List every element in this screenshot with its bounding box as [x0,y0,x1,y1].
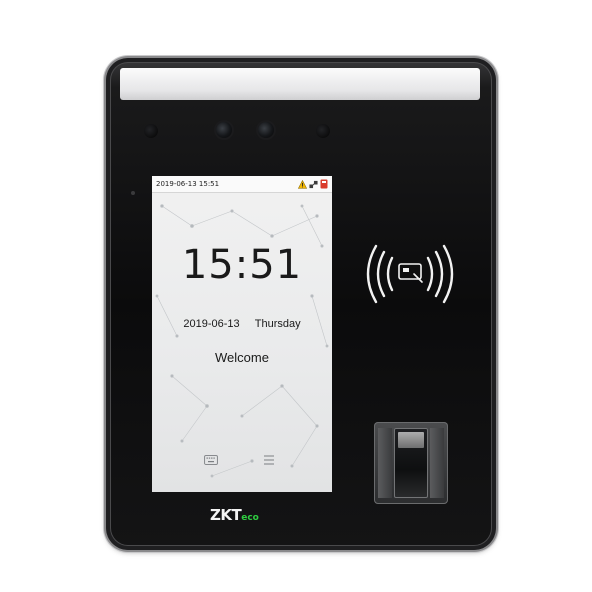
fingerprint-guide-right [430,428,444,498]
access-control-terminal: 2019-06-13 15:51 15:51 2019-06-13 Thursd… [106,58,496,550]
weekday-label: Thursday [254,318,301,330]
card-icon [320,179,328,189]
clock-time: 15:51 [181,242,303,288]
product-image: 2019-06-13 15:51 15:51 2019-06-13 Thursd… [0,0,592,592]
fingerprint-sensor[interactable] [374,422,448,504]
light-sensor-icon [144,124,158,138]
status-bar: 2019-06-13 15:51 [152,176,332,193]
network-icon [309,180,318,188]
brand-main: ZKT [210,506,242,524]
fingerprint-window [394,428,428,498]
brand-logo: ZKTeco [210,506,259,524]
microphone-icon [131,191,135,195]
fingerprint-guide-left [378,428,392,498]
camera-right-icon [258,122,274,138]
menu-icon[interactable] [263,453,275,467]
date-row: 2019-06-13 Thursday [152,318,332,330]
touchscreen[interactable]: 2019-06-13 15:51 15:51 2019-06-13 Thursd… [152,176,332,492]
network-background-pattern [155,204,329,478]
top-light-bar [120,68,480,100]
keyboard-icon[interactable] [204,454,218,466]
brand-suffix: eco [241,513,259,523]
status-icons [298,179,328,189]
camera-left-icon [216,122,232,138]
fingerprint-glint [398,432,424,448]
ir-sensor-icon [316,124,330,138]
status-datetime: 2019-06-13 15:51 [156,180,220,188]
welcome-message: Welcome [215,350,269,365]
warning-icon [298,179,307,189]
rfid-card-reader-icon [366,244,454,304]
date-label: 2019-06-13 [183,318,240,330]
